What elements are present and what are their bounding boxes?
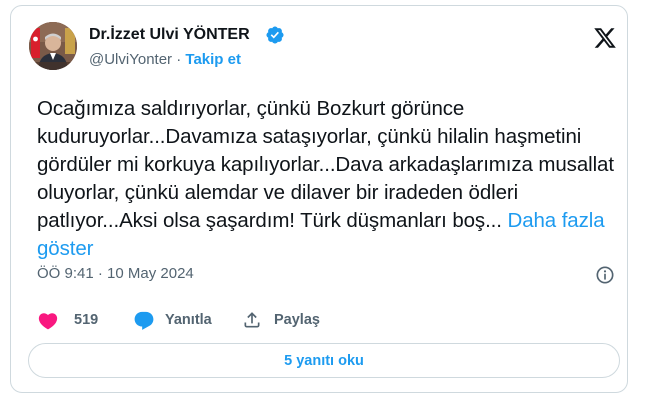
tweet-text: Ocağımıza saldırıyorlar, çünkü Bozkurt g… xyxy=(37,95,617,263)
heart-icon xyxy=(38,313,58,330)
handle-row: @UlviYonter · Takip et xyxy=(89,51,241,68)
tweet-timestamp[interactable]: ÖÖ 9:41 · 10 May 2024 xyxy=(37,265,194,282)
share-label: Paylaş xyxy=(274,312,320,328)
separator-dot: · xyxy=(176,51,182,68)
share-icon xyxy=(244,312,260,328)
share-button[interactable]: Paylaş xyxy=(242,309,322,333)
verified-badge-icon xyxy=(266,26,284,44)
avatar-photo xyxy=(29,22,77,70)
follow-button[interactable]: Takip et xyxy=(185,51,241,68)
reply-label: Yanıtla xyxy=(165,312,212,328)
tweet-card: Dr.İzzet Ulvi YÖNTER @UlviYonter · Takip… xyxy=(10,5,628,393)
read-replies-button[interactable]: 5 yanıtı oku xyxy=(28,343,620,378)
author-name[interactable]: Dr.İzzet Ulvi YÖNTER xyxy=(89,26,250,44)
author-handle[interactable]: @UlviYonter xyxy=(89,51,172,68)
reply-bubble-icon xyxy=(134,311,154,330)
info-icon[interactable] xyxy=(595,265,615,285)
like-button[interactable]: 519 xyxy=(37,309,107,333)
like-count: 519 xyxy=(74,312,99,328)
reply-button[interactable]: Yanıtla xyxy=(133,309,219,333)
avatar[interactable] xyxy=(29,22,77,70)
x-logo-icon[interactable] xyxy=(593,26,617,50)
